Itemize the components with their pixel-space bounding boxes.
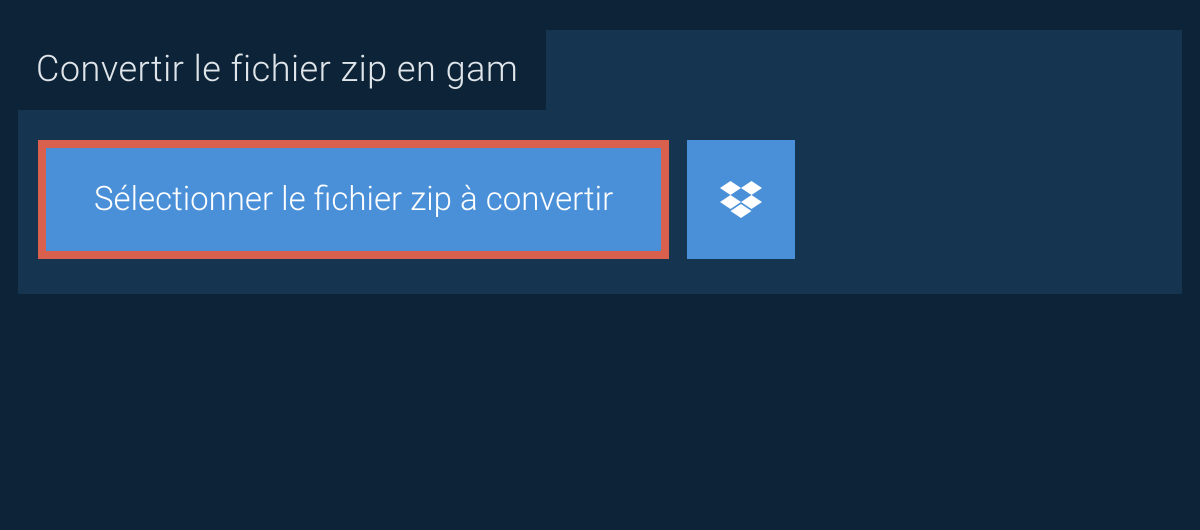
- button-row: Sélectionner le fichier zip à convertir: [18, 110, 1182, 259]
- dropbox-button[interactable]: [687, 140, 795, 259]
- page-title: Convertir le fichier zip en gam: [36, 48, 518, 90]
- title-bar: Convertir le fichier zip en gam: [18, 30, 546, 110]
- dropbox-icon: [720, 181, 762, 219]
- select-file-button[interactable]: Sélectionner le fichier zip à convertir: [38, 140, 669, 259]
- converter-panel: Convertir le fichier zip en gam Sélectio…: [18, 30, 1182, 294]
- select-file-button-label: Sélectionner le fichier zip à convertir: [94, 180, 613, 219]
